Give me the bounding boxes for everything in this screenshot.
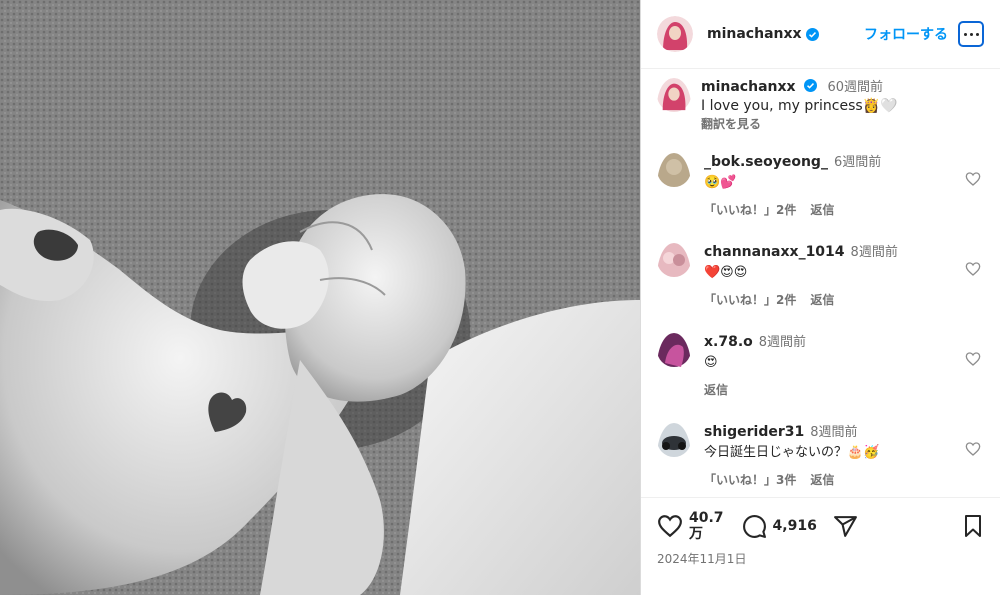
comment-username[interactable]: x.78.o [704, 334, 753, 350]
comment-likes-count[interactable]: 「いいね！」2件 [704, 293, 796, 307]
post-header: minachanxx フォローする [641, 0, 1000, 69]
like-comment-heart-icon[interactable] [965, 261, 981, 277]
comment-item: shigerider31 8週間前 今日誕生日じゃないの？🎂🥳 「いいね！」3件返… [657, 423, 985, 490]
like-comment-heart-icon[interactable] [965, 171, 981, 187]
comment-button[interactable]: 4,916 [742, 514, 817, 539]
comment-time[interactable]: 6週間前 [834, 155, 881, 170]
translate-link[interactable]: 翻訳を見る [701, 115, 898, 133]
comment-bubble-icon [742, 514, 766, 538]
commenter-avatar[interactable] [657, 333, 691, 400]
comment-item: _bok.seoyeong_ 6週間前 🥹💕 「いいね！」2件 返信 [657, 153, 985, 220]
comment-likes-count[interactable]: 「いいね！」3件 [704, 473, 796, 487]
comment-text: 今日誕生日じゃないの？🎂🥳 [704, 445, 880, 460]
comments-count[interactable]: 4,916 [773, 518, 817, 534]
comment-item: channanaxx_1014 8週間前 ❤️😍😍 「いいね！」2件 返信 [657, 243, 985, 310]
post-detail-panel: minachanxx フォローする minachanxx 60週間前 I lov… [640, 0, 1000, 595]
like-button[interactable]: 40.7 万 [657, 510, 724, 542]
post-date[interactable]: 2024年11月1日 [657, 550, 985, 567]
comment-username[interactable]: channanaxx_1014 [704, 244, 845, 260]
bookmark-icon [965, 515, 981, 537]
comment-time[interactable]: 8週間前 [851, 245, 898, 260]
likes-count[interactable]: 40.7 [689, 510, 724, 526]
post-caption: minachanxx 60週間前 I love you, my princess… [657, 78, 898, 133]
likes-count-unit: 万 [689, 526, 703, 542]
comment-username[interactable]: shigerider31 [704, 424, 804, 440]
caption-avatar[interactable] [657, 78, 691, 133]
like-comment-heart-icon[interactable] [965, 441, 981, 457]
comment-time[interactable]: 8週間前 [759, 335, 806, 350]
comment-text: ❤️😍😍 [704, 265, 748, 280]
comment-time[interactable]: 8週間前 [810, 425, 857, 440]
reply-button[interactable]: 返信 [810, 473, 834, 487]
share-button[interactable] [833, 514, 858, 539]
paper-plane-icon [833, 515, 857, 537]
save-button[interactable] [961, 514, 985, 538]
commenter-avatar[interactable] [657, 153, 691, 220]
post-actions-bar: 40.7 万 4,916 2024年11月1日 [641, 497, 1000, 567]
verified-badge-icon [805, 27, 819, 41]
verified-badge-icon [804, 79, 817, 92]
comment-item: x.78.o 8週間前 😍 返信 [657, 333, 985, 400]
caption-text: I love you, my princess👸🤍 [701, 98, 898, 114]
caption-time[interactable]: 60週間前 [827, 80, 883, 95]
like-comment-heart-icon[interactable] [965, 351, 981, 367]
dot-icon [975, 32, 979, 36]
baby-hand-photo [0, 0, 640, 595]
commenter-avatar[interactable] [657, 243, 691, 310]
heart-icon [658, 515, 682, 538]
reply-button[interactable]: 返信 [704, 383, 728, 397]
caption-username[interactable]: minachanxx [701, 79, 796, 95]
comment-likes-count[interactable]: 「いいね！」2件 [704, 203, 796, 217]
author-avatar[interactable] [657, 16, 693, 52]
follow-button[interactable]: フォローする [864, 24, 948, 44]
comment-text: 🥹💕 [704, 175, 737, 190]
dot-icon [963, 32, 967, 36]
author-username[interactable]: minachanxx [707, 26, 802, 42]
more-options-button[interactable] [958, 21, 984, 47]
comment-username[interactable]: _bok.seoyeong_ [704, 154, 828, 170]
reply-button[interactable]: 返信 [810, 293, 834, 307]
post-photo[interactable] [0, 0, 640, 595]
dot-icon [969, 32, 973, 36]
commenter-avatar[interactable] [657, 423, 691, 490]
comment-text: 😍 [704, 355, 718, 370]
reply-button[interactable]: 返信 [810, 203, 834, 217]
